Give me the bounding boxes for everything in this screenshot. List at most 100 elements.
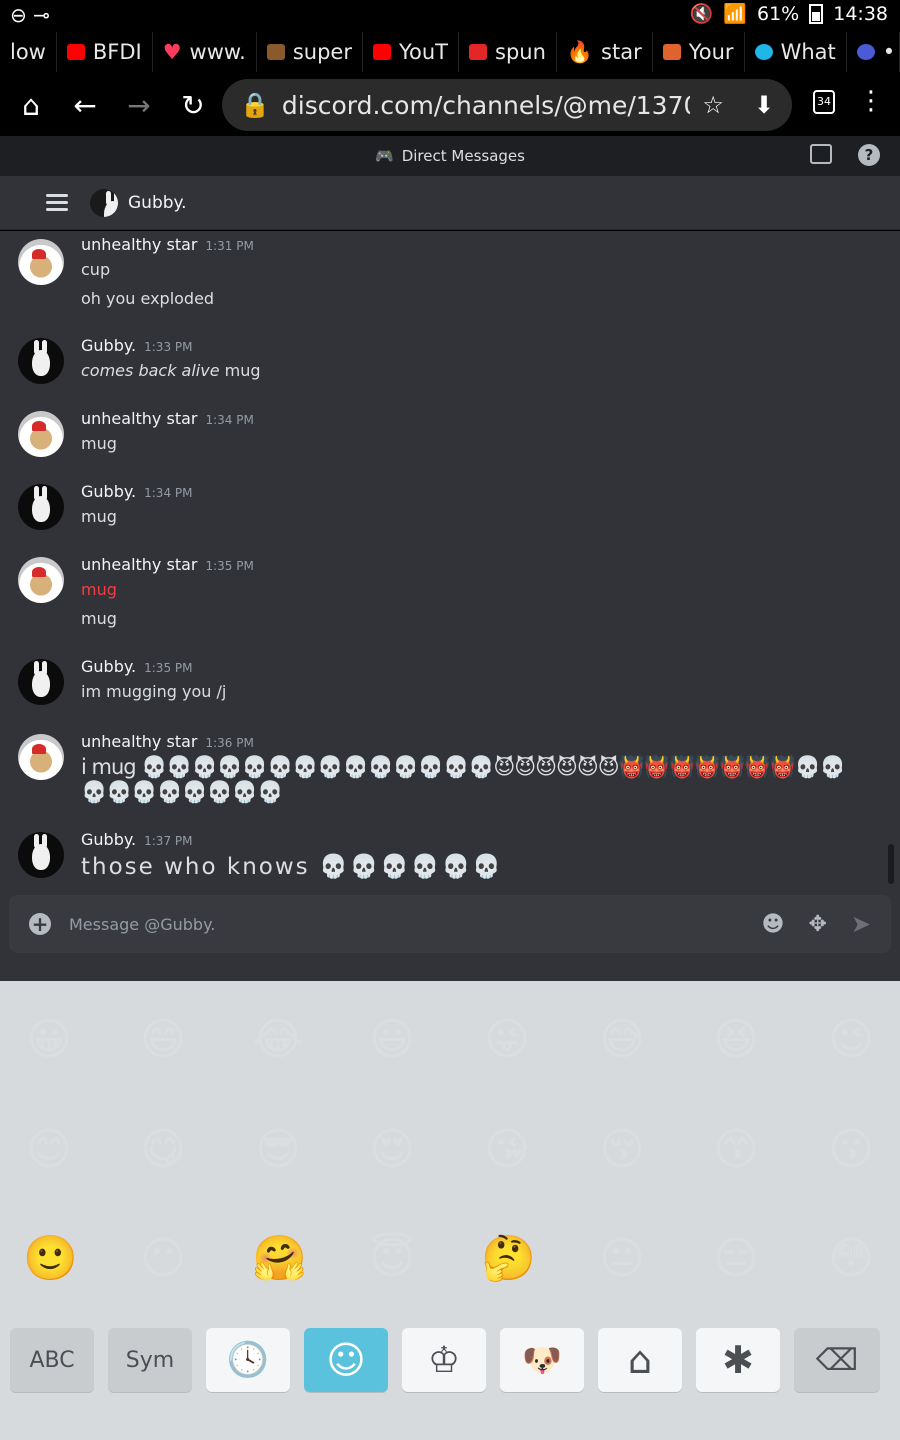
channel-bar: Gubby. (0, 176, 900, 230)
browser-tab[interactable]: BFDI (57, 32, 153, 72)
message-text: cup (81, 260, 111, 279)
browser-tab[interactable]: 🔥 star (557, 32, 653, 72)
browser-tab[interactable]: ♥ www. (153, 32, 257, 72)
avatar[interactable] (18, 659, 64, 705)
emoji-picker-icon[interactable]: ☻ (762, 912, 785, 937)
hamburger-menu-icon[interactable] (46, 190, 68, 215)
star-bookmark-icon[interactable]: ☆ (702, 91, 724, 119)
timestamp: 1:31 PM (205, 239, 254, 253)
message-text: im mugging you /j (81, 682, 227, 701)
browser-tab-strip: low BFDI ♥ www. super YouT spun 🔥 star You… (0, 28, 900, 76)
emoji-key[interactable]: 🤔 (481, 1233, 536, 1285)
browser-tab[interactable]: What (745, 32, 847, 72)
avatar[interactable] (18, 734, 64, 780)
emoji-key[interactable]: 😂 (252, 1014, 304, 1066)
browser-tab[interactable]: low (0, 32, 57, 72)
message-text-failed: mug (81, 580, 117, 599)
url-text[interactable]: discord.com/channels/@me/137045: (282, 91, 690, 120)
browser-tab-active[interactable]: • (847, 32, 900, 72)
reload-button[interactable]: ↻ (166, 89, 220, 122)
browser-tab[interactable]: YouT (363, 32, 459, 72)
message-header: unhealthy star 1:35 PM (81, 555, 254, 574)
emoji-key[interactable]: 😄 (137, 1014, 189, 1066)
back-button[interactable]: ← (58, 89, 112, 122)
avatar[interactable] (18, 484, 64, 530)
animals-category-icon[interactable]: 🐶 (500, 1328, 584, 1392)
recent-emoji-icon[interactable]: 🕓 (206, 1328, 290, 1392)
crown-category-icon[interactable]: ♔ (402, 1328, 486, 1392)
emoji-key[interactable]: 😍 (366, 1124, 418, 1176)
emoji-key[interactable]: 😋 (137, 1124, 189, 1176)
channel-name: Gubby. (128, 192, 187, 213)
browser-menu-icon[interactable]: ⋮ (858, 86, 884, 116)
emoji-key[interactable]: 🙂 (23, 1233, 78, 1285)
home-icon[interactable]: ⌂ (4, 89, 58, 122)
emoji-key[interactable]: 😆 (710, 1014, 762, 1066)
avatar[interactable] (18, 832, 64, 878)
symbols-category-icon[interactable]: ✱ (696, 1328, 780, 1392)
author-name[interactable]: Gubby. (81, 336, 136, 355)
author-name[interactable]: unhealthy star (81, 235, 197, 254)
author-name[interactable]: unhealthy star (81, 555, 197, 574)
forward-button[interactable]: → (112, 89, 166, 122)
avatar[interactable] (18, 338, 64, 384)
avatar[interactable] (18, 411, 64, 457)
tab-count-button[interactable]: 34 (813, 90, 835, 114)
author-name[interactable]: Gubby. (81, 830, 136, 849)
emoji-key[interactable]: 😗 (825, 1124, 877, 1176)
emoji-key[interactable]: 😊 (23, 1124, 75, 1176)
backspace-key[interactable]: ⌫ (794, 1328, 880, 1392)
message-header: Gubby. 1:37 PM (81, 830, 192, 849)
emoji-key[interactable]: 😘 (481, 1124, 533, 1176)
browser-tab[interactable]: spun (459, 32, 557, 72)
browser-tab[interactable]: Your (653, 32, 745, 72)
author-name[interactable]: unhealthy star (81, 732, 197, 751)
discord-header: 🎮 Direct Messages ? (0, 136, 900, 176)
sym-key[interactable]: Sym (108, 1328, 192, 1392)
emoji-key[interactable]: 😚 (596, 1124, 648, 1176)
emoji-key[interactable]: 😐 (596, 1233, 648, 1285)
heart-icon: ♥ (162, 40, 182, 64)
browser-tab[interactable]: super (257, 32, 363, 72)
scrollbar-thumb[interactable] (888, 844, 894, 884)
emoji-key[interactable]: 😃 (366, 1014, 418, 1066)
author-name[interactable]: unhealthy star (81, 409, 197, 428)
emoji-key[interactable]: 😜 (481, 1014, 533, 1066)
apps-icon[interactable]: ✥ (808, 912, 826, 937)
places-category-icon[interactable]: ⌂ (598, 1328, 682, 1392)
emoji-key[interactable]: 🤗 (252, 1233, 307, 1285)
emoji-key[interactable]: 😇 (366, 1233, 418, 1285)
address-bar[interactable]: 🔒 discord.com/channels/@me/137045: ☆ ⬇ (222, 79, 792, 131)
emoji-key[interactable]: 😀 (23, 1014, 75, 1066)
avatar[interactable] (18, 239, 64, 285)
send-icon[interactable]: ➤ (851, 910, 871, 938)
abc-key[interactable]: ABC (10, 1328, 94, 1392)
message-text: mug (81, 507, 117, 526)
emoji-key[interactable]: 😅 (596, 1014, 648, 1066)
inbox-icon[interactable] (810, 144, 832, 164)
message-header: unhealthy star 1:34 PM (81, 409, 254, 428)
emoji-key[interactable]: 😑 (710, 1233, 762, 1285)
italic-text: comes back alive (81, 361, 220, 380)
discord-icon: 🎮 (375, 147, 394, 165)
emoji-key[interactable]: 😳 (825, 1233, 877, 1285)
status-left-icons: ⊖ ⊸ (10, 3, 50, 27)
message-text: oh you exploded (81, 289, 215, 308)
help-icon[interactable]: ? (858, 144, 880, 166)
message-input[interactable]: Message @Gubby. (69, 915, 762, 934)
avatar[interactable] (18, 557, 64, 603)
add-attachment-icon[interactable]: + (29, 913, 51, 935)
message-header: Gubby. 1:34 PM (81, 482, 192, 501)
author-name[interactable]: Gubby. (81, 482, 136, 501)
emoji-key[interactable]: 😙 (710, 1124, 762, 1176)
smileys-category-icon[interactable]: ☺ (304, 1328, 388, 1392)
timestamp: 1:36 PM (205, 736, 254, 750)
tab-title: www. (189, 40, 246, 64)
author-name[interactable]: Gubby. (81, 657, 136, 676)
emoji-key[interactable]: 😶 (137, 1233, 189, 1285)
status-right: 🔇 📶 61% 14:38 (690, 2, 888, 26)
emoji-key[interactable]: 😎 (252, 1124, 304, 1176)
composer-area: + Message @Gubby. ☻ ✥ ➤ (0, 891, 900, 981)
download-icon[interactable]: ⬇ (754, 91, 774, 119)
emoji-key[interactable]: 😉 (825, 1014, 877, 1066)
